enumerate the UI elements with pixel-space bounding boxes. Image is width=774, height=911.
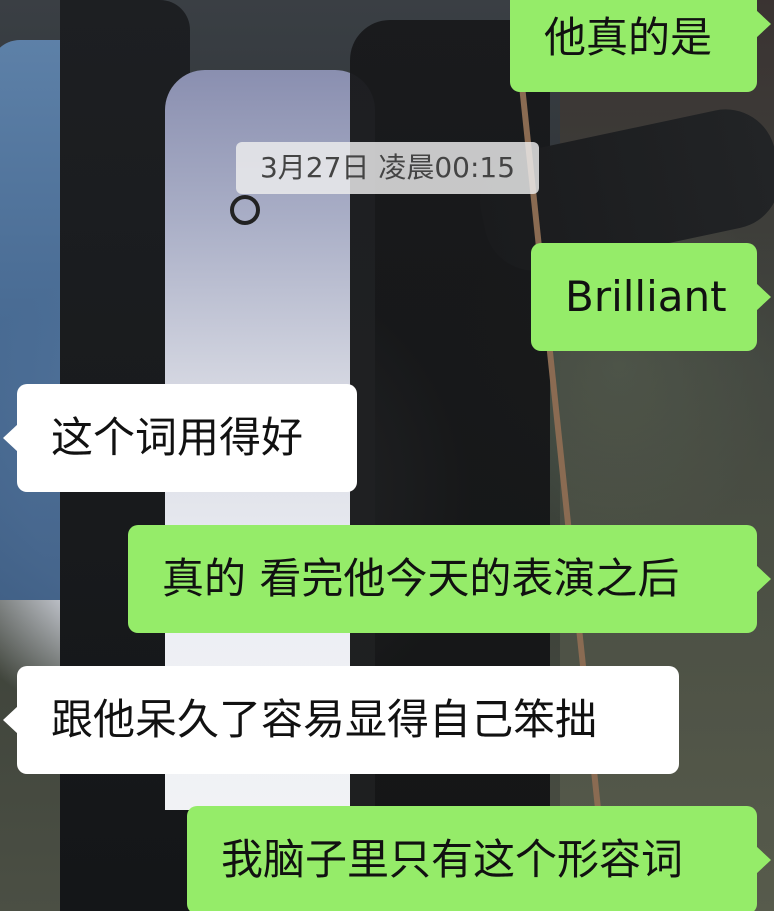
message-timestamp: 3月27日 凌晨00:15 — [236, 142, 539, 194]
message-bubble-sent[interactable]: 真的 看完他今天的表演之后 — [128, 525, 771, 633]
message-text: 跟他呆久了容易显得自己笨拙 — [51, 695, 598, 744]
message-text: 他真的是 — [544, 13, 713, 62]
message-text: 我脑子里只有这个形容词 — [221, 835, 684, 884]
message-bubble-sent[interactable]: Brilliant — [531, 243, 771, 351]
message-bubble-received[interactable]: 这个词用得好 — [3, 384, 357, 492]
chat-view[interactable]: 他真的是 3月27日 凌晨00:15 Brilliant 这个词用得好 真的 看… — [0, 0, 774, 911]
message-text: Brilliant — [565, 272, 727, 321]
message-bubble-sent[interactable]: 我脑子里只有这个形容词 — [187, 806, 771, 911]
message-bubble-sent[interactable]: 他真的是 — [510, 0, 771, 92]
message-text: 这个词用得好 — [51, 413, 304, 462]
message-text: 真的 看完他今天的表演之后 — [162, 554, 680, 603]
background-necklace — [230, 195, 260, 225]
message-bubble-received[interactable]: 跟他呆久了容易显得自己笨拙 — [3, 666, 679, 774]
